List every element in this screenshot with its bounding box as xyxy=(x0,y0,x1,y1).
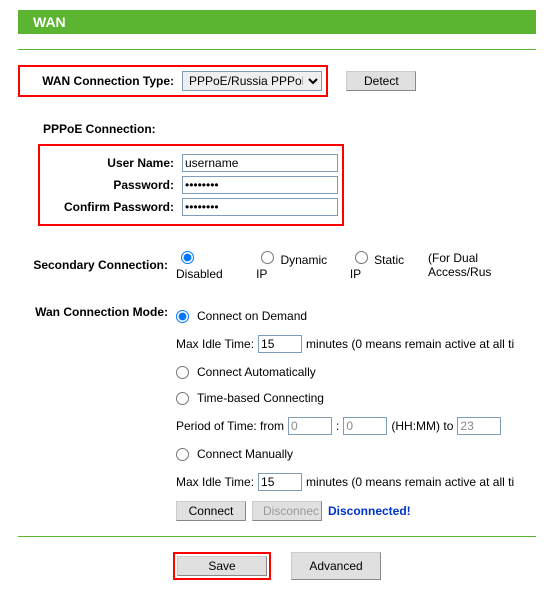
radio-manual[interactable] xyxy=(176,448,189,461)
connection-status: Disconnected! xyxy=(328,504,411,518)
radio-static[interactable] xyxy=(355,251,368,264)
idle-note-2: minutes (0 means remain active at all ti xyxy=(306,475,514,489)
divider xyxy=(18,49,536,50)
period-from-mm xyxy=(343,417,387,435)
period-from-label: Period of Time: from xyxy=(176,419,284,433)
confirm-password-label: Confirm Password: xyxy=(44,200,182,214)
manual-label: Connect Manually xyxy=(197,447,293,461)
wan-conn-type-label: WAN Connection Type: xyxy=(24,74,182,88)
confirm-password-input[interactable] xyxy=(182,198,338,216)
disconnect-button: Disconnec xyxy=(252,501,322,521)
secondary-dynamic-option[interactable]: Dynamic IP xyxy=(256,248,336,281)
pppoe-heading: PPPoE Connection: xyxy=(43,122,536,136)
radio-time-based[interactable] xyxy=(176,392,189,405)
username-label: User Name: xyxy=(44,156,182,170)
divider-bottom xyxy=(18,536,536,537)
secondary-conn-label: Secondary Connection: xyxy=(18,258,176,272)
idle-label-2: Max Idle Time: xyxy=(176,475,254,489)
page-title: WAN xyxy=(33,14,66,30)
period-to-hh xyxy=(457,417,501,435)
radio-dynamic[interactable] xyxy=(261,251,274,264)
radio-disabled[interactable] xyxy=(181,251,194,264)
wan-conn-type-select[interactable]: PPPoE/Russia PPPoE xyxy=(182,71,322,91)
idle-time-input-1[interactable] xyxy=(258,335,302,353)
wan-mode-label: Wan Connection Mode: xyxy=(18,303,176,319)
username-input[interactable] xyxy=(182,154,338,172)
password-input[interactable] xyxy=(182,176,338,194)
advanced-button[interactable]: Advanced xyxy=(291,552,381,580)
secondary-note: (For Dual Access/Rus xyxy=(428,251,536,279)
period-from-hh xyxy=(288,417,332,435)
highlight-credentials: User Name: Password: Confirm Password: xyxy=(38,144,344,226)
idle-note-1: minutes (0 means remain active at all ti xyxy=(306,337,514,351)
secondary-static-option[interactable]: Static IP xyxy=(350,248,414,281)
detect-button[interactable]: Detect xyxy=(346,71,416,91)
colon-1: : xyxy=(336,419,339,433)
radio-auto[interactable] xyxy=(176,366,189,379)
idle-label-1: Max Idle Time: xyxy=(176,337,254,351)
save-button[interactable]: Save xyxy=(177,556,267,576)
highlight-connection-type: WAN Connection Type: PPPoE/Russia PPPoE xyxy=(18,65,328,97)
time-based-label: Time-based Connecting xyxy=(197,391,324,405)
auto-label: Connect Automatically xyxy=(197,365,316,379)
highlight-save: Save xyxy=(173,552,271,580)
connect-button[interactable]: Connect xyxy=(176,501,246,521)
secondary-disabled-option[interactable]: Disabled xyxy=(176,248,242,281)
idle-time-input-2[interactable] xyxy=(258,473,302,491)
hhmm-to-label: (HH:MM) to xyxy=(391,419,453,433)
radio-on-demand[interactable] xyxy=(176,310,189,323)
password-label: Password: xyxy=(44,178,182,192)
header-bar: WAN xyxy=(18,10,536,34)
on-demand-label: Connect on Demand xyxy=(197,309,307,323)
